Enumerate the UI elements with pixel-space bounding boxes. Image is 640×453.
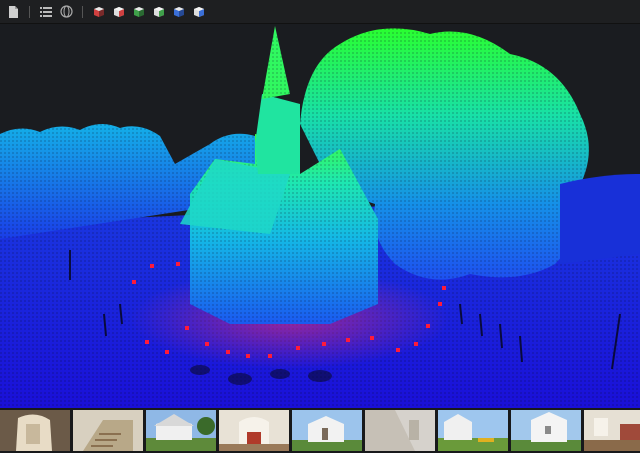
toolbar-separator (29, 5, 30, 18)
thumbnail[interactable] (219, 410, 289, 451)
orbit-icon[interactable] (59, 5, 73, 19)
list-icon[interactable] (39, 5, 53, 19)
thumbnail[interactable] (511, 410, 581, 451)
view-cube-green-icon[interactable] (132, 5, 146, 19)
toolbar (0, 0, 640, 24)
thumbnail[interactable] (584, 410, 640, 451)
image-filmstrip (0, 408, 640, 453)
point-cloud-render (0, 26, 640, 408)
toolbar-separator (82, 5, 83, 18)
document-icon[interactable] (6, 5, 20, 19)
thumbnail[interactable] (292, 410, 362, 451)
view-cube-red-icon[interactable] (92, 5, 106, 19)
view-cube-green-top-icon[interactable] (152, 5, 166, 19)
thumbnail[interactable] (0, 410, 70, 451)
point-cloud-viewport[interactable] (0, 24, 640, 408)
thumbnail[interactable] (438, 410, 508, 451)
thumbnail[interactable] (146, 410, 216, 451)
thumbnail[interactable] (73, 410, 143, 451)
view-cube-red-top-icon[interactable] (112, 5, 126, 19)
view-cube-blue-top-icon[interactable] (192, 5, 206, 19)
thumbnail[interactable] (365, 410, 435, 451)
view-cube-blue-icon[interactable] (172, 5, 186, 19)
